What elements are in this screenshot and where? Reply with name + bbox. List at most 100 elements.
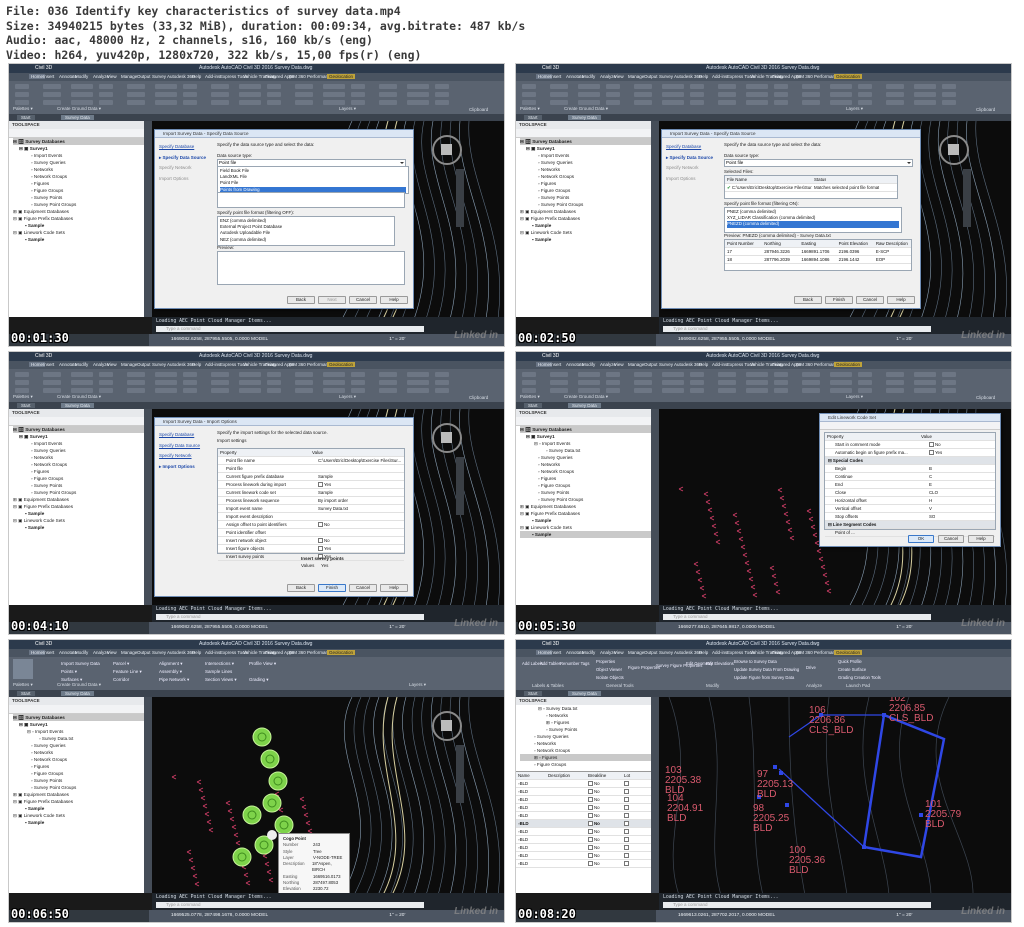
ribbon-button[interactable] xyxy=(802,92,820,97)
tree-figure-prefix-db[interactable]: ⊟ ▣ Figure Prefix Databases xyxy=(13,798,144,805)
ribbon-command[interactable]: Create Surface xyxy=(838,667,866,672)
ribbon-button[interactable] xyxy=(267,92,281,97)
ribbon-command[interactable]: Drive xyxy=(806,665,816,670)
ribbon-button[interactable] xyxy=(550,100,568,105)
ribbon-button[interactable] xyxy=(914,380,936,385)
tree-item[interactable]: ▫ Survey Points xyxy=(520,489,651,496)
ribbon-button[interactable] xyxy=(578,84,600,89)
ribbon-button[interactable] xyxy=(914,388,936,393)
selected-files-grid[interactable]: File Name Status ✔ C:\Users\Eric\Desktop\… xyxy=(724,175,898,199)
ribbon-button[interactable] xyxy=(746,372,768,377)
tree-item[interactable]: ▫ Import Events xyxy=(13,440,144,447)
ribbon-button[interactable] xyxy=(746,100,768,105)
ribbon-tab[interactable]: Insert xyxy=(43,650,54,655)
ribbon-button[interactable] xyxy=(942,92,956,97)
nav-bar[interactable] xyxy=(963,169,971,227)
ribbon-button[interactable] xyxy=(802,380,820,385)
app-menu-button[interactable]: Civil 3D xyxy=(542,65,559,71)
tree-item[interactable]: ▫ Survey Points xyxy=(520,194,651,201)
ribbon-button[interactable] xyxy=(351,388,365,393)
ribbon-button[interactable] xyxy=(379,388,397,393)
ribbon-button[interactable] xyxy=(295,92,313,97)
dialog-cancel-button[interactable]: Cancel xyxy=(349,584,377,592)
ribbon-command[interactable]: Quick Profile xyxy=(838,659,862,664)
figure-row[interactable]: ▫BLD No xyxy=(516,820,651,828)
command-line[interactable]: Loading AEC Point Cloud Manager Items...… xyxy=(152,605,504,622)
tree-item[interactable]: ▫ Networks xyxy=(13,749,144,756)
ribbon-tab[interactable]: Survey xyxy=(659,650,673,655)
tree-item[interactable]: ▫ Survey Point Groups xyxy=(13,201,144,208)
wizard-step-link[interactable]: Import Options xyxy=(159,174,213,185)
ribbon-button[interactable] xyxy=(802,372,820,377)
ribbon-button[interactable] xyxy=(774,92,788,97)
selected-files-box[interactable] xyxy=(217,192,405,208)
ribbon-command[interactable]: Pipe Network ▾ xyxy=(159,677,189,683)
ribbon-button[interactable] xyxy=(323,372,345,377)
ribbon-tab[interactable]: View xyxy=(107,650,117,655)
viewcube[interactable] xyxy=(939,135,969,165)
ribbon-command[interactable]: Add Tables xyxy=(540,661,561,666)
file-tab-start[interactable]: Start xyxy=(17,403,35,408)
ribbon-tab[interactable]: View xyxy=(614,362,624,367)
app-menu-button[interactable]: Civil 3D xyxy=(35,641,52,647)
ribbon-group-layers[interactable]: Layers ▾ xyxy=(409,682,426,688)
ribbon-button[interactable] xyxy=(127,388,145,393)
ribbon-command[interactable]: Grading Creation Tools xyxy=(838,675,881,680)
tree-item[interactable]: ▫ Survey Queries xyxy=(13,742,144,749)
wizard-step-link[interactable]: ▸ Specify Data Source xyxy=(159,153,213,164)
dialog-help-button[interactable]: Help xyxy=(380,296,408,304)
tree-sample-linework[interactable]: ▪ Sample xyxy=(520,531,651,538)
ribbon-button[interactable] xyxy=(155,372,177,377)
ribbon-tab[interactable]: Autodesk 360 xyxy=(167,650,195,655)
ribbon-button[interactable] xyxy=(127,84,145,89)
tree-item[interactable]: ▫ Figure Groups xyxy=(520,187,651,194)
tree-item[interactable]: ▫ Networks xyxy=(520,461,651,468)
data-source-combo[interactable]: Point file xyxy=(724,159,913,167)
tree-linework-sets[interactable]: ⊟ ▣ Linework Code Sets xyxy=(13,229,144,236)
ribbon-button[interactable] xyxy=(211,388,229,393)
ribbon-button[interactable] xyxy=(155,380,177,385)
ribbon-command[interactable]: Parcel ▾ xyxy=(113,661,129,667)
linework-row[interactable]: Start in comment mode No xyxy=(825,441,995,449)
ribbon-button[interactable] xyxy=(690,380,704,385)
tree-item[interactable]: ▫ Survey Queries xyxy=(13,447,144,454)
ribbon-button[interactable] xyxy=(830,372,852,377)
figure-row[interactable]: ▫BLD No xyxy=(516,804,651,812)
wizard-step-link[interactable]: Specify Network xyxy=(666,163,720,174)
tree-survey-databases[interactable]: ⊟ 🗄 Survey Databases xyxy=(13,714,144,721)
ribbon-button[interactable] xyxy=(718,372,736,377)
ribbon-command[interactable]: Edit Elevations xyxy=(706,661,734,666)
ribbon-button[interactable] xyxy=(99,380,113,385)
ribbon-button[interactable] xyxy=(435,380,449,385)
tree-equipment-db[interactable]: ⊞ ▣ Equipment Databases xyxy=(13,791,144,798)
tree-equipment-db[interactable]: ⊞ ▣ Equipment Databases xyxy=(520,208,651,215)
tree-item[interactable]: ▫ Figure Groups xyxy=(520,482,651,489)
ribbon-button[interactable] xyxy=(606,380,620,385)
ribbon-button[interactable] xyxy=(690,100,704,105)
ribbon-tab[interactable]: BIM 360 xyxy=(289,362,306,367)
ribbon-tab[interactable]: Survey xyxy=(152,74,166,79)
tree-sample-linework[interactable]: ▪ Sample xyxy=(520,236,651,243)
figure-row[interactable]: ▫BLD No xyxy=(516,844,651,852)
ribbon-button[interactable] xyxy=(435,388,449,393)
settings-row[interactable]: Current figure prefix database Sample xyxy=(218,473,404,481)
ribbon-button[interactable] xyxy=(942,84,956,89)
linework-row[interactable]: Horizontal offset H xyxy=(825,497,995,505)
ribbon-command[interactable]: Feature Line ▾ xyxy=(113,669,142,675)
settings-row[interactable]: Point file name C:\Users\Eric\Desktop\Exe… xyxy=(218,457,404,465)
ribbon-button[interactable] xyxy=(155,100,177,105)
tree-item[interactable]: ▫ Survey Point Groups xyxy=(13,784,144,791)
ribbon-tab[interactable]: Help xyxy=(699,74,708,79)
prospector-tree[interactable]: ⊟ 🗄 Survey Databases ⊟ ▣ Survey1 ⊟ ▫ Imp… xyxy=(516,426,651,538)
ribbon-tab[interactable]: Insert xyxy=(43,362,54,367)
ribbon-button[interactable] xyxy=(634,100,652,105)
settings-row[interactable]: Point file xyxy=(218,465,404,473)
ribbon-tab[interactable]: BIM 360 xyxy=(289,650,306,655)
prospector-tree[interactable]: ⊟ 🗄 Survey Databases ⊟ ▣ Survey1 ⊟ ▫ Imp… xyxy=(9,714,144,826)
tree-item[interactable]: ▫ Figures xyxy=(13,180,144,187)
ribbon-button[interactable] xyxy=(942,380,956,385)
ribbon-button[interactable] xyxy=(606,372,620,377)
tree-survey-databases[interactable]: ⊟ 🗄 Survey Databases xyxy=(13,138,144,145)
ribbon-button[interactable] xyxy=(914,92,936,97)
command-line[interactable]: Loading AEC Point Cloud Manager Items...… xyxy=(152,317,504,334)
